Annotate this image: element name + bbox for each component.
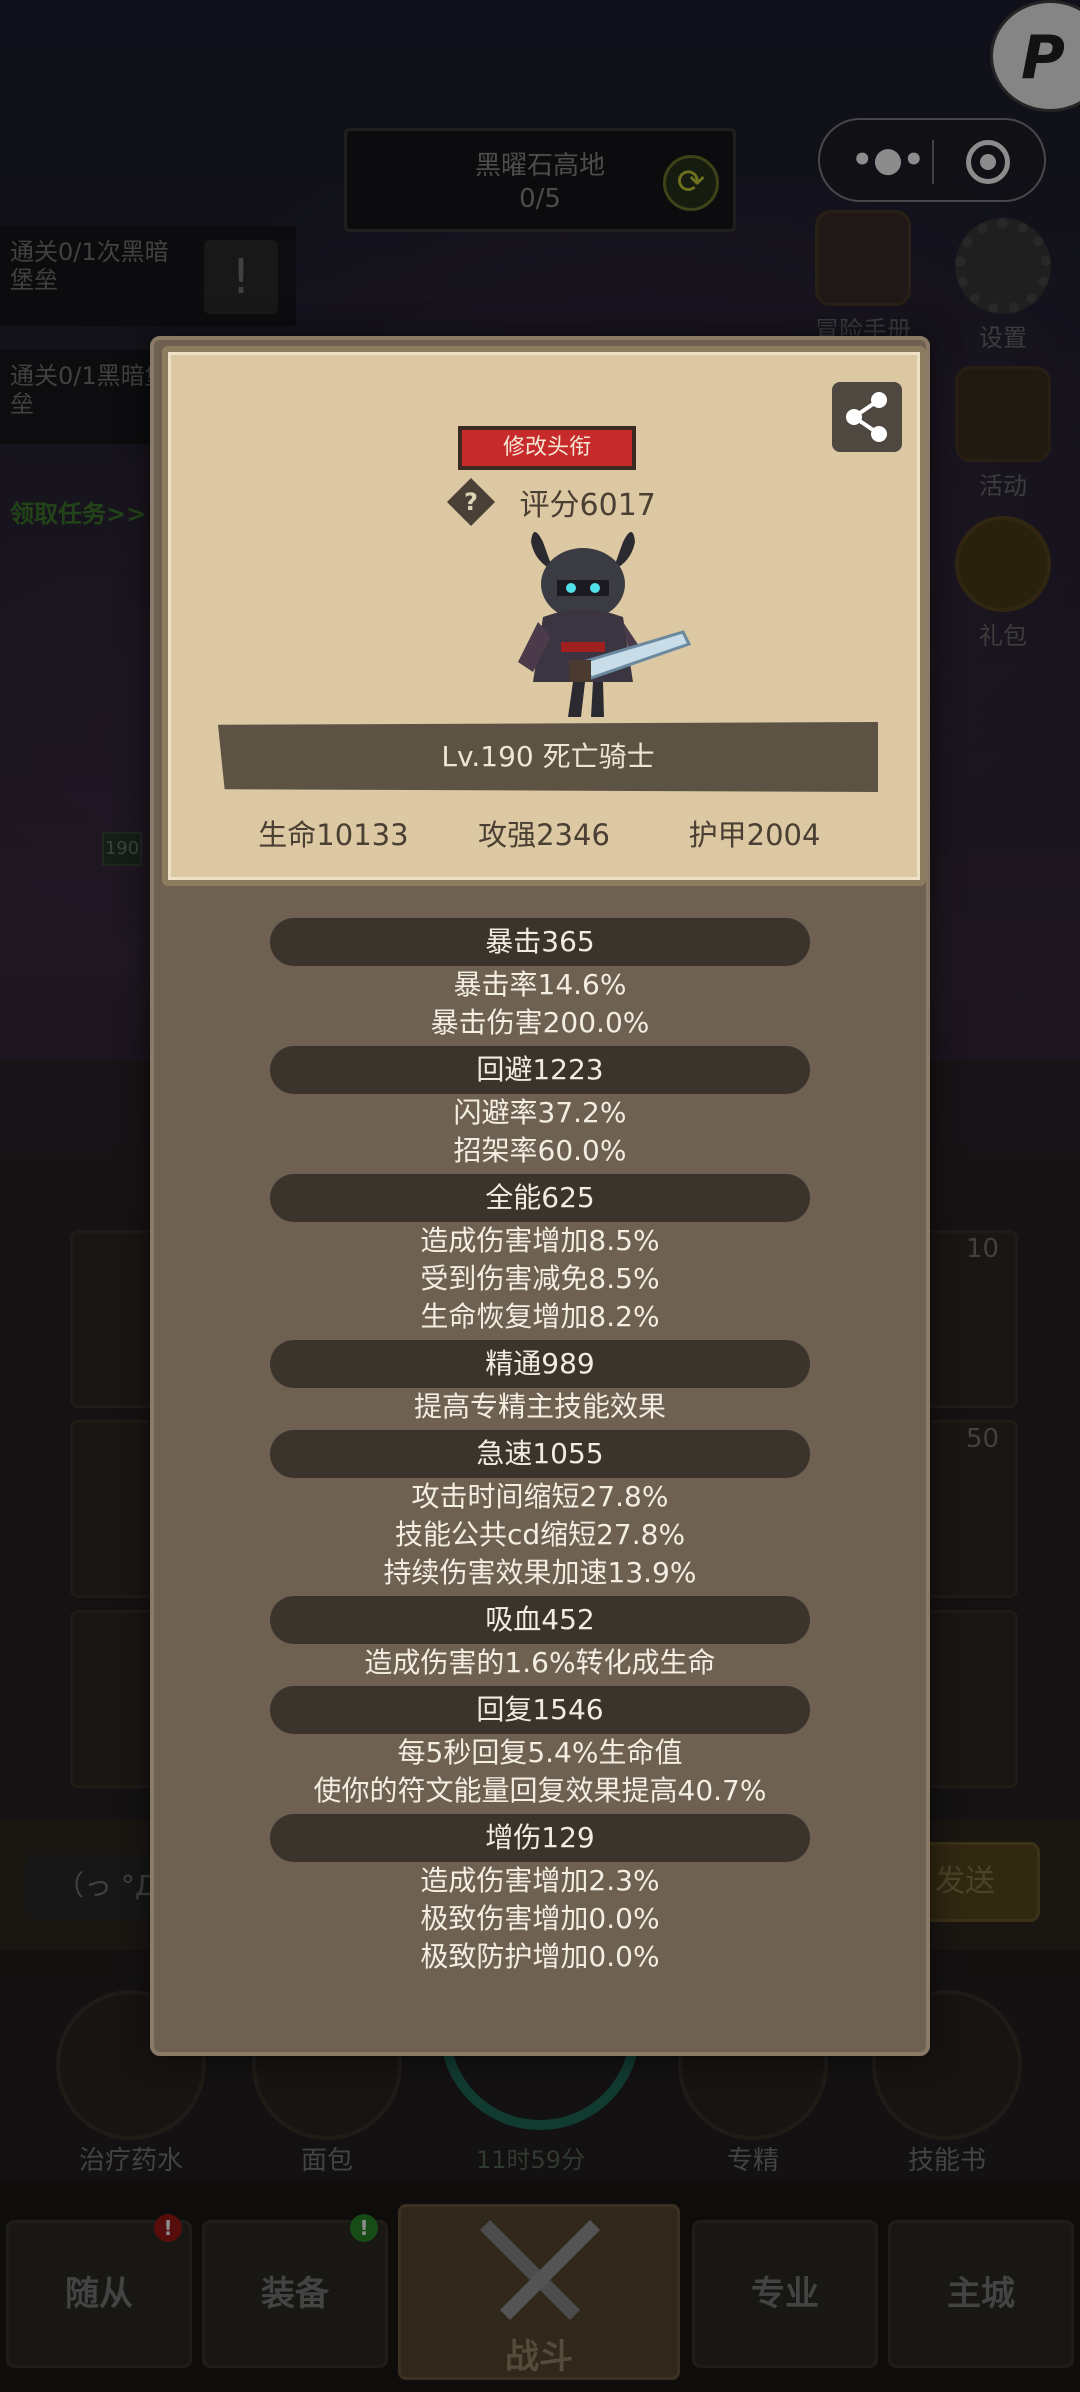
attribute-detail: 持续伤害效果加速13.9% xyxy=(383,1556,697,1589)
attribute-header: 增伤129 xyxy=(270,1814,810,1862)
attribute-detail: 暴击伤害200.0% xyxy=(430,1006,650,1039)
attribute-header: 全能625 xyxy=(270,1174,810,1222)
attribute-detail: 每5秒回复5.4%生命值 xyxy=(397,1736,683,1769)
attribute-group: 回复1546 每5秒回复5.4%生命值使你的符文能量回复效果提高40.7% xyxy=(154,1686,926,1810)
death-knight-avatar xyxy=(518,532,692,717)
attribute-header: 吸血452 xyxy=(270,1596,810,1644)
help-icon[interactable]: ? xyxy=(446,477,496,527)
stat-armor: 护甲2004 xyxy=(688,818,821,852)
attribute-header: 回避1223 xyxy=(270,1046,810,1094)
attribute-group: 精通989 提高专精主技能效果 xyxy=(154,1340,926,1426)
attribute-group: 吸血452 造成伤害的1.6%转化成生命 xyxy=(154,1596,926,1682)
share-button[interactable] xyxy=(832,382,902,452)
attribute-header: 回复1546 xyxy=(270,1686,810,1734)
attribute-detail: 造成伤害增加2.3% xyxy=(420,1864,660,1897)
share-icon xyxy=(846,392,887,442)
attribute-detail: 造成伤害的1.6%转化成生命 xyxy=(364,1646,716,1679)
attribute-detail: 极致防护增加0.0% xyxy=(420,1940,660,1973)
score-value: 评分6017 xyxy=(519,488,656,523)
character-card: 修改头衔 ? 评分6017 Lv.190 死亡骑士 生命10133 攻强2346… xyxy=(162,346,926,886)
attribute-header: 急速1055 xyxy=(270,1430,810,1478)
hero-name-banner: Lv.190 死亡骑士 xyxy=(218,722,878,792)
attribute-detail: 造成伤害增加8.5% xyxy=(420,1224,660,1257)
character-info-modal: 修改头衔 ? 评分6017 Lv.190 死亡骑士 生命10133 攻强2346… xyxy=(150,336,930,2056)
attribute-detail: 招架率60.0% xyxy=(453,1134,627,1167)
attribute-group: 暴击365 暴击率14.6% 暴击伤害200.0% xyxy=(154,918,926,1042)
attribute-detail: 极致伤害增加0.0% xyxy=(420,1902,660,1935)
attribute-group: 增伤129 造成伤害增加2.3% 极致伤害增加0.0% 极致防护增加0.0% xyxy=(154,1814,926,1976)
attribute-list: 暴击365 暴击率14.6% 暴击伤害200.0% 回避1223 闪避率37.2% 招架率… xyxy=(154,918,926,1980)
attribute-header: 暴击365 xyxy=(270,918,810,966)
attribute-group: 回避1223 闪避率37.2% 招架率60.0% xyxy=(154,1046,926,1170)
attribute-group: 急速1055 攻击时间缩短27.8% 技能公共cd缩短27.8% 持续伤害效果加速13… xyxy=(154,1430,926,1592)
base-stats: 生命10133 攻强2346 护甲2004 xyxy=(168,812,920,858)
attribute-detail: 攻击时间缩短27.8% xyxy=(411,1480,669,1513)
attribute-detail: 使你的符文能量回复效果提高40.7% xyxy=(313,1774,767,1807)
attribute-group: 全能625 造成伤害增加8.5% 受到伤害减免8.5% 生命恢复增加8.2% xyxy=(154,1174,926,1336)
attribute-detail: 技能公共cd缩短27.8% xyxy=(394,1518,686,1551)
attribute-detail: 生命恢复增加8.2% xyxy=(420,1300,660,1333)
stat-health: 生命10133 xyxy=(258,818,409,852)
attribute-header: 精通989 xyxy=(270,1340,810,1388)
stat-attack-power: 攻强2346 xyxy=(478,818,610,852)
attribute-detail: 受到伤害减免8.5% xyxy=(420,1262,660,1295)
attribute-detail: 暴击率14.6% xyxy=(453,968,627,1001)
edit-title-button[interactable]: 修改头衔 xyxy=(458,426,636,470)
score-row: ? 评分6017 xyxy=(446,477,656,527)
attribute-detail: 闪避率37.2% xyxy=(453,1096,627,1129)
attribute-detail: 提高专精主技能效果 xyxy=(413,1390,666,1423)
